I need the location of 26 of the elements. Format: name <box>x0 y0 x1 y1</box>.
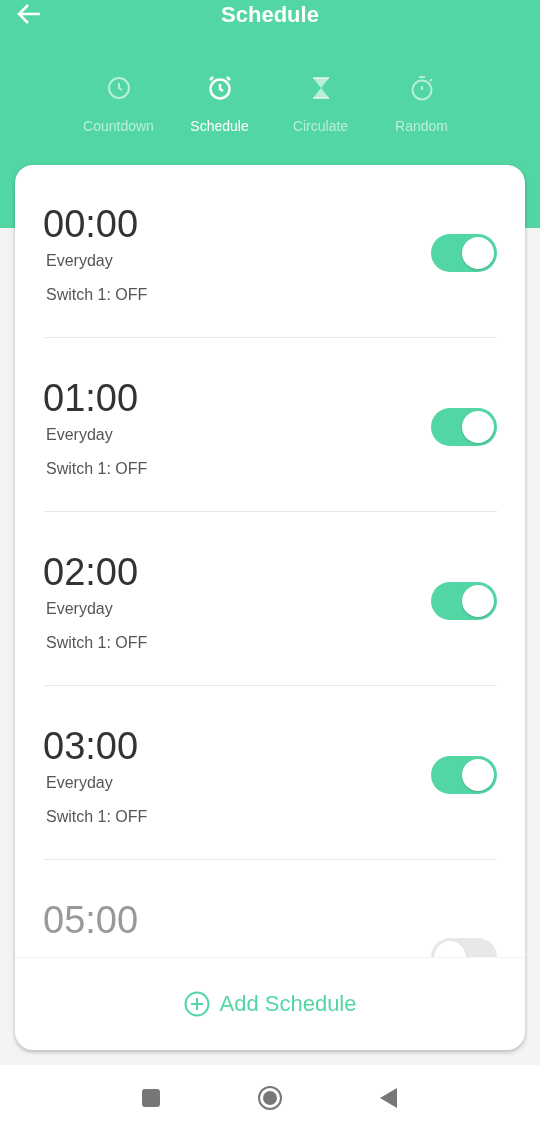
tab[interactable]: Countdown <box>68 74 169 134</box>
toggle-switch[interactable] <box>431 581 497 620</box>
home-circle-icon[interactable] <box>258 1085 282 1110</box>
repeat-label: Everyday <box>46 599 113 618</box>
tab[interactable]: Circulate <box>270 74 371 134</box>
page-title: Schedule <box>221 2 319 28</box>
repeat-label: Everyday <box>46 773 113 792</box>
toggle-switch[interactable] <box>431 755 497 794</box>
action-label: Switch 1: OFF <box>46 459 148 478</box>
schedule-time: 00:00 <box>43 202 139 246</box>
tab[interactable]: Random <box>371 74 472 134</box>
toggle-switch[interactable] <box>431 407 497 446</box>
toggle-switch[interactable] <box>431 234 497 272</box>
back-arrow-icon[interactable] <box>16 2 42 26</box>
action-label: Switch 1: OFF <box>46 633 148 652</box>
action-label: Switch 1: OFF <box>46 286 148 304</box>
schedule-time: 02:00 <box>43 549 139 594</box>
plus-circle-icon <box>183 991 210 1017</box>
repeat-label: Everyday <box>46 425 113 444</box>
action-label: Switch 1: OFF <box>46 807 148 826</box>
schedule-time: 05:00 <box>43 898 139 942</box>
schedule-time: 01:00 <box>43 375 139 420</box>
add-schedule-button[interactable]: Add Schedule <box>179 987 361 1021</box>
repeat-label: Everyday <box>46 252 113 270</box>
schedule-time: 03:00 <box>43 723 139 768</box>
tab[interactable]: Schedule <box>169 74 270 134</box>
